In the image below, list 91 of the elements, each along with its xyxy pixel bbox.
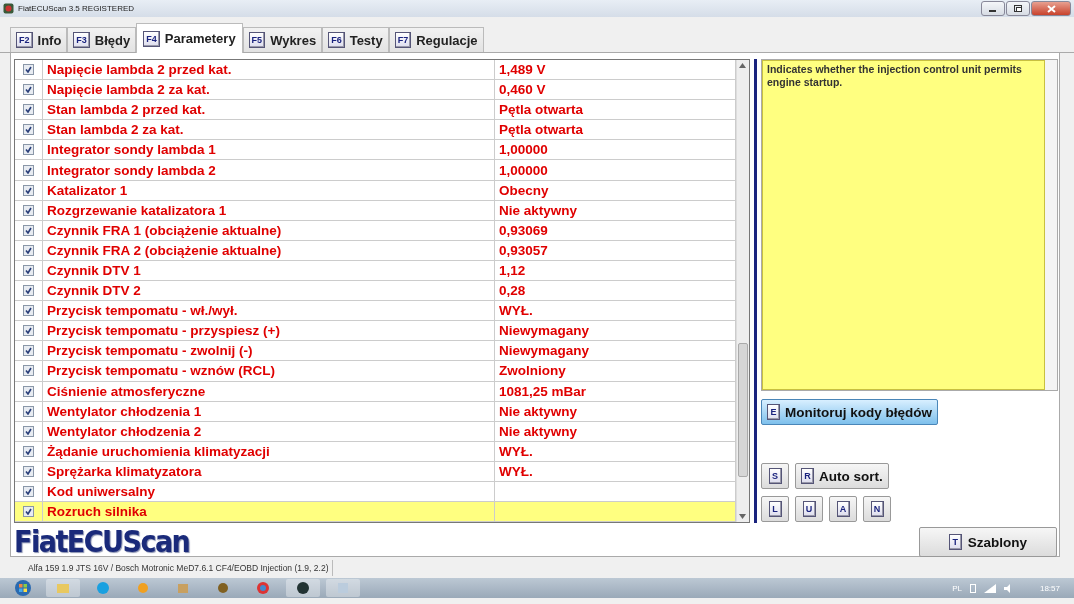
close-icon	[1046, 4, 1056, 13]
vehicle-info: Alfa 159 1.9 JTS 16V / Bosch Motronic MeD7.6.1 CF4/EOBD Injection (1.9, 2.2)	[24, 559, 334, 576]
checkbox[interactable]	[23, 124, 34, 136]
key-label: F4	[143, 30, 160, 47]
checkbox[interactable]	[23, 385, 34, 397]
tab[interactable]: F4 Parametery	[136, 23, 243, 53]
key-label: S	[768, 468, 782, 484]
parameter-name: Czynnik DTV 1	[43, 260, 495, 281]
sort-button[interactable]: R Auto sort.	[795, 463, 889, 489]
scroll-up-icon[interactable]	[739, 63, 746, 68]
tab[interactable]: F6 Testy	[322, 27, 389, 52]
checkbox[interactable]	[23, 84, 34, 96]
tab[interactable]: F2 Info	[10, 27, 68, 52]
key-label: E	[767, 404, 780, 420]
parameter-name: Rozruch silnika	[43, 502, 495, 522]
key-button[interactable]: S	[761, 463, 789, 489]
tab[interactable]: F5 Wykres	[242, 27, 323, 52]
checkbox[interactable]	[23, 506, 34, 518]
close-button[interactable]	[1031, 1, 1071, 16]
key-button[interactable]: N	[863, 496, 891, 522]
key-label: F2	[16, 32, 33, 48]
key-button[interactable]: U	[795, 496, 823, 522]
scrollbar[interactable]	[736, 60, 749, 522]
checkbox[interactable]	[23, 244, 34, 256]
checkbox[interactable]	[23, 144, 34, 156]
key-label: U	[802, 501, 816, 517]
scroll-down-icon[interactable]	[739, 514, 746, 519]
key-label: F7	[394, 32, 412, 48]
checkbox[interactable]	[23, 405, 34, 417]
parameter-name: Rozgrzewanie katalizatora 1	[43, 200, 495, 220]
checkbox[interactable]	[23, 204, 34, 216]
app-icon	[3, 3, 14, 14]
window-title: FiatECUScan 3.5 REGISTERED	[18, 4, 135, 13]
checkbox[interactable]	[23, 365, 34, 377]
parameter-name: Wentylator chłodzenia 2	[43, 421, 495, 441]
checkbox[interactable]	[23, 486, 34, 497]
browser-icon[interactable]	[254, 579, 272, 597]
key-label: F5	[248, 32, 266, 48]
checkbox[interactable]	[23, 425, 34, 437]
parameter-name: Przycisk tempomatu - zwolnij (-)	[43, 341, 495, 361]
checkbox[interactable]	[23, 104, 34, 116]
key-label: L	[768, 501, 782, 517]
key-label: F6	[328, 32, 345, 48]
checkbox[interactable]	[23, 64, 34, 76]
tab[interactable]: F7 Regulacje	[388, 27, 484, 52]
parameter-name: Przycisk tempomatu - wznów (RCL)	[43, 361, 495, 381]
key-button[interactable]: A	[829, 496, 857, 522]
parameter-name: Integrator sondy lambda 2	[43, 160, 495, 180]
parameter-name: Żądanie uruchomienia klimatyzacji	[43, 441, 495, 461]
parameter-name: Ciśnienie atmosferyczne	[43, 381, 495, 401]
checkbox[interactable]	[23, 285, 34, 297]
restore-icon	[1013, 4, 1023, 13]
monitor-button[interactable]: E Monitoruj kody błędów	[761, 399, 938, 425]
checkbox[interactable]	[23, 164, 34, 176]
parameter-name: Integrator sondy lambda 1	[43, 140, 495, 160]
parameter-name: Katalizator 1	[43, 180, 495, 200]
scrollbar[interactable]	[1045, 60, 1057, 390]
description-text: Indicates whether the injection control unit permits engine startup.	[762, 60, 1045, 390]
maximize-button[interactable]	[1006, 1, 1030, 16]
checkbox[interactable]	[23, 445, 34, 457]
parameter-name: Sprężarka klimatyzatora	[43, 461, 495, 481]
scrollbar-thumb[interactable]	[738, 343, 748, 477]
parameter-name: Czynnik FRA 2 (obciążenie aktualne)	[43, 240, 495, 260]
parameter-name: Stan lambda 2 przed kat.	[43, 100, 495, 120]
checkbox[interactable]	[23, 265, 34, 276]
parameter-name: Przycisk tempomatu - przyspiesz (+)	[43, 321, 495, 341]
parameter-name: Kod uniwersalny	[43, 481, 495, 502]
parameter-name: Czynnik DTV 2	[43, 281, 495, 301]
parameter-name: Wentylator chłodzenia 1	[43, 401, 495, 421]
key-label: N	[870, 501, 884, 517]
key-label: R	[801, 468, 814, 484]
checkbox[interactable]	[23, 325, 34, 337]
checkbox[interactable]	[23, 184, 34, 196]
minimize-button[interactable]	[981, 1, 1005, 16]
checkbox[interactable]	[23, 305, 34, 317]
key-label: F3	[73, 32, 90, 48]
checkbox[interactable]	[23, 345, 34, 357]
key-label: T	[948, 534, 962, 550]
start-button[interactable]	[14, 579, 32, 597]
templates-button[interactable]: T Szablony	[919, 527, 1057, 557]
checkbox[interactable]	[23, 465, 34, 477]
checkbox[interactable]	[23, 224, 34, 236]
app-logo: FiatECUScan	[14, 526, 190, 558]
key-label: A	[836, 501, 850, 517]
parameter-name: Przycisk tempomatu - wł./wył.	[43, 301, 495, 321]
parameter-name: Napięcie lambda 2 za kat.	[43, 80, 495, 100]
parameter-name: Napięcie lambda 2 przed kat.	[43, 60, 495, 80]
key-button[interactable]: L	[761, 496, 789, 522]
tab[interactable]: F3 Błędy	[67, 27, 137, 52]
parameter-name: Stan lambda 2 za kat.	[43, 120, 495, 140]
parameter-name: Czynnik FRA 1 (obciążenie aktualne)	[43, 220, 495, 240]
